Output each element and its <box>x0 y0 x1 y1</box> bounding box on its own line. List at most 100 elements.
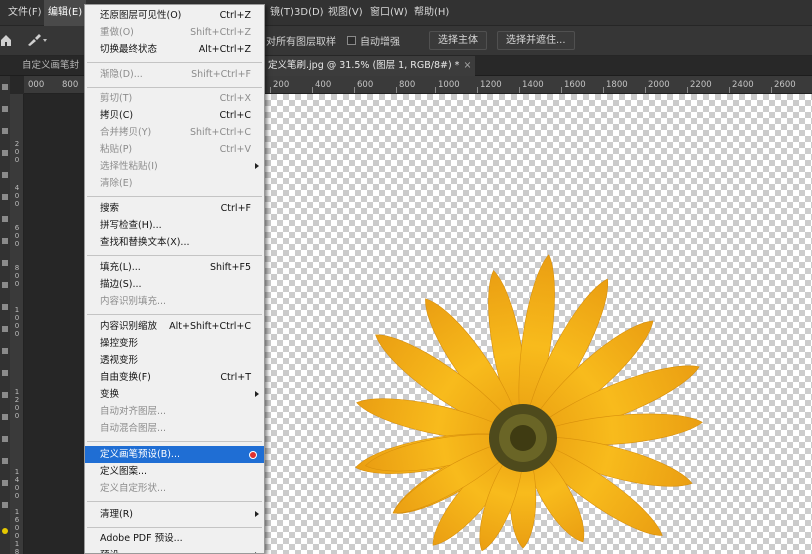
menu-item-define-custom-shape[interactable]: 定义自定形状... <box>85 480 264 497</box>
menu-item-find-replace[interactable]: 查找和替换文本(X)... <box>85 234 264 251</box>
ruler-label: 0 <box>14 330 20 338</box>
menu-item-free-transform[interactable]: 自由变换(F) Ctrl+T <box>85 369 264 386</box>
menu-3d[interactable]: 3D(D) <box>290 0 328 26</box>
hand-tool-icon[interactable] <box>2 480 8 486</box>
menu-item-clear[interactable]: 清除(E) <box>85 175 264 192</box>
menu-item-label: 清除(E) <box>100 178 133 189</box>
home-icon[interactable] <box>0 32 12 48</box>
menu-item-label: 内容识别填充... <box>100 296 167 307</box>
menu-item-fill[interactable]: 填充(L)... Shift+F5 <box>85 259 264 276</box>
menu-item-label: 查找和替换文本(X)... <box>100 237 190 248</box>
ruler-label: 4 <box>14 476 20 484</box>
menu-file[interactable]: 文件(F) <box>4 0 46 26</box>
ruler-tick <box>270 87 271 93</box>
foreground-color-icon[interactable] <box>2 528 8 534</box>
gradient-tool-icon[interactable] <box>2 326 8 332</box>
stamp-tool-icon[interactable] <box>2 260 8 266</box>
eyedropper-tool-icon[interactable] <box>2 194 8 200</box>
menu-item-label: 搜索 <box>100 203 120 214</box>
document-canvas[interactable] <box>265 94 812 554</box>
menu-item-auto-align-layers[interactable]: 自动对齐图层... <box>85 403 264 420</box>
ruler-label: 0 <box>14 280 20 288</box>
auto-enhance-checkbox[interactable] <box>347 36 356 45</box>
tab-close-icon[interactable]: × <box>463 56 471 76</box>
menu-item-search[interactable]: 搜索 Ctrl+F <box>85 200 264 217</box>
menu-item-purge[interactable]: 清理(R) <box>85 506 264 523</box>
menu-item-perspective-warp[interactable]: 透视变形 <box>85 352 264 369</box>
ruler-label: 6 <box>14 516 20 524</box>
menu-edit[interactable]: 编辑(E) <box>44 0 87 26</box>
ruler-label: 1 <box>14 306 20 314</box>
menu-item-puppet-warp[interactable]: 操控变形 <box>85 335 264 352</box>
ruler-label: 1 <box>14 508 20 516</box>
marquee-tool-icon[interactable] <box>2 106 8 112</box>
move-tool-icon[interactable] <box>2 84 8 90</box>
menu-item-fade[interactable]: 渐隐(D)... Shift+Ctrl+F <box>85 66 264 83</box>
path-select-tool-icon[interactable] <box>2 436 8 442</box>
select-and-mask-button[interactable]: 选择并遮住... <box>497 31 575 50</box>
select-subject-button[interactable]: 选择主体 <box>429 31 487 50</box>
crop-tool-icon[interactable] <box>2 172 8 178</box>
menu-separator <box>87 527 262 528</box>
sample-all-layers-label[interactable]: 对所有图层取样 <box>266 33 336 48</box>
menu-item-paste[interactable]: 粘贴(P) Ctrl+V <box>85 141 264 158</box>
ruler-label: 200 <box>273 80 290 90</box>
ruler-tick <box>687 87 688 93</box>
menu-item-presets[interactable]: 预设 <box>85 547 264 553</box>
healing-tool-icon[interactable] <box>2 216 8 222</box>
lasso-tool-icon[interactable] <box>2 128 8 134</box>
menu-item-content-aware-scale[interactable]: 内容识别缩放 Alt+Shift+Ctrl+C <box>85 318 264 335</box>
menu-item-spell-check[interactable]: 拼写检查(H)... <box>85 217 264 234</box>
menu-item-stroke[interactable]: 描边(S)... <box>85 276 264 293</box>
menu-item-label: 自动混合图层... <box>100 423 167 434</box>
zoom-tool-icon[interactable] <box>2 502 8 508</box>
menu-item-content-aware-fill[interactable]: 内容识别填充... <box>85 293 264 310</box>
auto-enhance-label[interactable]: 自动增强 <box>360 33 400 48</box>
menu-item-redo[interactable]: 重做(O) Shift+Ctrl+Z <box>85 24 264 41</box>
type-tool-icon[interactable] <box>2 414 8 420</box>
ruler-tick <box>354 87 355 93</box>
ruler-label: 0 <box>14 156 20 164</box>
menu-window[interactable]: 窗口(W) <box>366 0 412 26</box>
tab-custom-brush[interactable]: 自定义画笔封 <box>16 56 85 76</box>
menu-view[interactable]: 视图(V) <box>324 0 367 26</box>
menu-item-shortcut: Ctrl+X <box>219 93 251 104</box>
ruler-label: 8 <box>14 548 20 554</box>
menu-help[interactable]: 帮助(H) <box>410 0 453 26</box>
menu-item-label: 定义图案... <box>100 466 148 477</box>
menu-item-undo[interactable]: 还原图层可见性(O) Ctrl+Z <box>85 7 264 24</box>
ruler-label: 0 <box>14 240 20 248</box>
ruler-label: 2 <box>14 140 20 148</box>
shape-tool-icon[interactable] <box>2 458 8 464</box>
menu-item-label: 拼写检查(H)... <box>100 220 162 231</box>
blur-tool-icon[interactable] <box>2 348 8 354</box>
eraser-tool-icon[interactable] <box>2 304 8 310</box>
menu-item-define-brush-preset[interactable]: 定义画笔预设(B)... <box>85 446 264 463</box>
menu-item-define-pattern[interactable]: 定义图案... <box>85 463 264 480</box>
menu-separator <box>87 501 262 502</box>
tab-active-document[interactable]: 定义笔刷.jpg @ 31.5% (图层 1, RGB/8#) * × <box>262 56 476 76</box>
ruler-label: 1600 <box>564 80 586 90</box>
menu-item-label: 还原图层可见性(O) <box>100 10 182 21</box>
menu-item-paste-special[interactable]: 选择性粘贴(I) <box>85 158 264 175</box>
menu-item-transform[interactable]: 变换 <box>85 386 264 403</box>
history-brush-tool-icon[interactable] <box>2 282 8 288</box>
menu-separator <box>87 196 262 197</box>
ruler-tick <box>519 87 520 93</box>
quick-select-tool-icon[interactable] <box>2 150 8 156</box>
menu-item-shortcut: Ctrl+Z <box>219 10 251 21</box>
pen-tool-icon[interactable] <box>2 392 8 398</box>
menu-item-auto-blend-layers[interactable]: 自动混合图层... <box>85 420 264 437</box>
menu-item-toggle-last-state[interactable]: 切换最终状态 Alt+Ctrl+Z <box>85 41 264 58</box>
ruler-label: 0 <box>14 492 20 500</box>
menu-item-adobe-pdf-presets[interactable]: Adobe PDF 预设... <box>85 530 264 547</box>
tab-active-label: 定义笔刷.jpg @ 31.5% (图层 1, RGB/8#) * <box>268 60 460 71</box>
menu-item-copy-merged[interactable]: 合并拷贝(Y) Shift+Ctrl+C <box>85 124 264 141</box>
brush-tool-icon-sidebar[interactable] <box>2 238 8 244</box>
ruler-label: 1 <box>14 468 20 476</box>
menu-item-shortcut: Alt+Ctrl+Z <box>198 44 251 55</box>
menu-item-cut[interactable]: 剪切(T) Ctrl+X <box>85 90 264 107</box>
menu-item-copy[interactable]: 拷贝(C) Ctrl+C <box>85 107 264 124</box>
brush-tool-icon[interactable] <box>26 33 48 47</box>
dodge-tool-icon[interactable] <box>2 370 8 376</box>
